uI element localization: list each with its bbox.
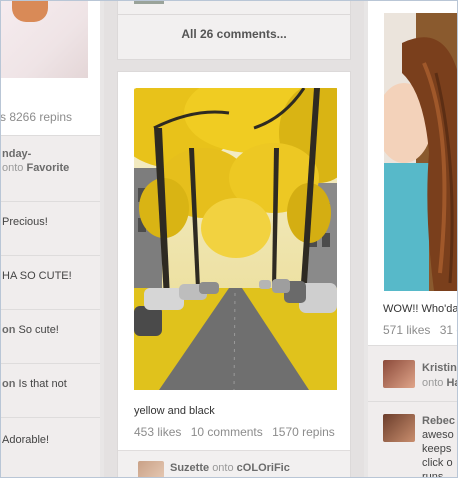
board-link[interactable]: Ha bbox=[446, 377, 458, 389]
left-comment-row: on Is that not bbox=[0, 363, 100, 417]
comments-count: 31 c bbox=[439, 323, 458, 337]
user-link[interactable]: Rebec bbox=[422, 415, 455, 427]
repin-credit: Suzette onto cOLOriFic bbox=[170, 462, 290, 474]
left-comment-row: nday- onto Favorite bbox=[0, 135, 100, 201]
onto-label: onto bbox=[422, 377, 447, 389]
repins-count: 1570 repins bbox=[272, 425, 335, 439]
board-link[interactable]: Favorite bbox=[26, 162, 69, 174]
left-comment-row: on So cute! bbox=[0, 309, 100, 363]
board-link[interactable]: cOLOriFic bbox=[237, 462, 290, 474]
pin-stats: 453 likes 10 comments 1570 repins bbox=[134, 425, 341, 439]
divider bbox=[118, 14, 350, 15]
middle-column: All 26 comments... yellow and black 453 … bbox=[104, 0, 364, 478]
comments-count: 10 comments bbox=[190, 425, 263, 439]
user-link[interactable]: Kristin bbox=[422, 362, 457, 374]
previous-pin-card: All 26 comments... bbox=[117, 0, 351, 60]
avatar[interactable] bbox=[138, 461, 164, 478]
comment-text: So cute! bbox=[15, 324, 59, 336]
pin-repin-row: Suzette onto cOLOriFic bbox=[118, 450, 350, 478]
commenter-name[interactable]: nday- bbox=[2, 148, 31, 160]
right-comment-row: Rebec aweso keeps click o runs bbox=[368, 401, 458, 478]
right-pin-title: WOW!! Who'da bbox=[383, 303, 458, 315]
left-comment-row: HA SO CUTE! bbox=[0, 255, 100, 309]
comment-text: runs bbox=[422, 471, 444, 478]
comment-text: click o bbox=[422, 457, 453, 469]
onto-label: onto bbox=[2, 162, 27, 174]
commenter-name[interactable]: on bbox=[2, 378, 15, 390]
right-column: WOW!! Who'da 571 likes 31 c Kristin onto… bbox=[368, 0, 458, 478]
yellow-tree-street-photo bbox=[134, 88, 337, 390]
right-pin-image[interactable] bbox=[384, 13, 458, 291]
pin-image[interactable] bbox=[134, 88, 337, 390]
comment-text: Is that not bbox=[15, 378, 67, 390]
toy-shape bbox=[12, 0, 48, 22]
onto-label: onto bbox=[212, 462, 234, 474]
girl-photo bbox=[384, 13, 458, 291]
likes-count: 453 likes bbox=[134, 425, 182, 439]
comment-text: Adorable! bbox=[2, 434, 50, 446]
avatar[interactable] bbox=[383, 414, 415, 442]
thumbnail-fragment bbox=[134, 0, 164, 4]
user-link[interactable]: Suzette bbox=[170, 462, 209, 474]
left-pin-stats: s 8266 repins bbox=[0, 110, 73, 124]
commenter-name[interactable]: on bbox=[2, 324, 15, 336]
comment-text: HA SO CUTE! bbox=[2, 270, 72, 282]
comment-text: keeps bbox=[422, 443, 452, 455]
left-pin-image[interactable] bbox=[0, 0, 88, 78]
pin-card[interactable]: yellow and black 453 likes 10 comments 1… bbox=[117, 71, 351, 478]
right-pin-card[interactable]: WOW!! Who'da 571 likes 31 c bbox=[368, 0, 458, 345]
repin-credit: onto Ha bbox=[422, 377, 458, 389]
right-repin-row: Kristin onto Ha bbox=[368, 345, 458, 401]
left-pin-card[interactable]: s 8266 repins bbox=[0, 0, 100, 135]
avatar[interactable] bbox=[383, 360, 415, 388]
comment-text: aweso bbox=[422, 429, 454, 441]
left-comment-row: Adorable! bbox=[0, 417, 100, 478]
comment-text: Precious! bbox=[2, 216, 48, 228]
likes-count: 571 likes bbox=[383, 323, 431, 337]
all-comments-link[interactable]: All 26 comments... bbox=[118, 27, 350, 41]
left-column: s 8266 repins nday- onto Favorite Precio… bbox=[0, 0, 100, 478]
pin-description: yellow and black bbox=[134, 405, 215, 417]
right-pin-stats: 571 likes 31 c bbox=[383, 323, 458, 337]
left-comment-row: Precious! bbox=[0, 201, 100, 255]
